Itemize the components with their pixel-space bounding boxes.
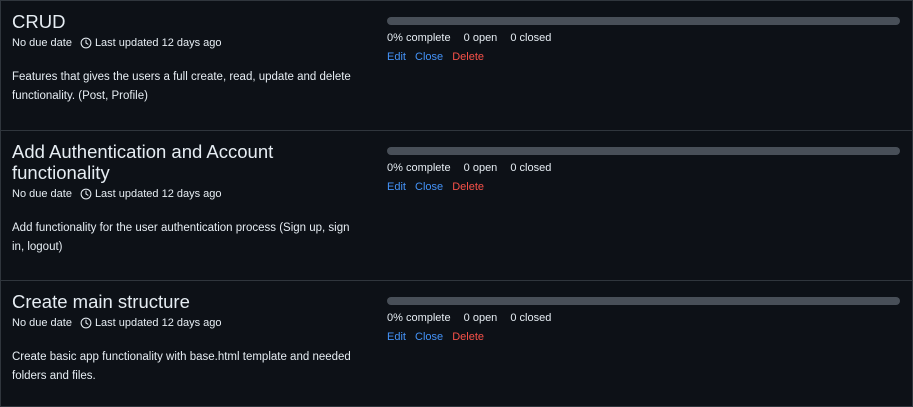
clock-icon [80, 317, 92, 329]
open-count: 0 open [463, 162, 498, 174]
due-date: No due date [12, 317, 72, 329]
milestone-actions: Edit Close Delete [387, 49, 900, 65]
milestone-list: CRUD No due date Last updated 12 days ag… [0, 0, 913, 407]
progress-bar [387, 147, 900, 155]
milestone-meta: No due date Last updated 12 days ago [12, 186, 362, 202]
last-updated: Last updated 12 days ago [94, 317, 222, 329]
milestone-item: Create main structure No due date Last u… [1, 281, 912, 406]
close-link[interactable]: Close [415, 181, 443, 193]
progress-bar [387, 17, 900, 25]
closed-count: 0 closed [510, 32, 552, 44]
milestone-actions: Edit Close Delete [387, 329, 900, 345]
percent-complete: 0% complete [387, 312, 451, 324]
due-date: No due date [12, 37, 72, 49]
milestone-meta: No due date Last updated 12 days ago [12, 35, 362, 51]
percent-complete: 0% complete [387, 162, 451, 174]
milestone-description: Add functionality for the user authentic… [12, 222, 350, 253]
close-link[interactable]: Close [415, 331, 443, 343]
milestone-progress: 0% complete 0 open 0 closed Edit Close D… [387, 147, 900, 195]
open-count: 0 open [463, 32, 498, 44]
edit-link[interactable]: Edit [387, 181, 406, 193]
milestone-item: CRUD No due date Last updated 12 days ag… [1, 1, 912, 131]
edit-link[interactable]: Edit [387, 51, 406, 63]
clock-icon [80, 37, 92, 49]
milestone-stats: 0% complete 0 open 0 closed [387, 30, 900, 46]
closed-count: 0 closed [510, 162, 552, 174]
milestone-info: Create main structure No due date Last u… [12, 291, 362, 386]
delete-link[interactable]: Delete [452, 181, 484, 193]
due-date: No due date [12, 188, 72, 200]
percent-complete: 0% complete [387, 32, 451, 44]
milestone-description: Create basic app functionality with base… [12, 351, 351, 382]
milestone-title[interactable]: CRUD [12, 11, 362, 32]
delete-link[interactable]: Delete [452, 331, 484, 343]
progress-bar [387, 297, 900, 305]
delete-link[interactable]: Delete [452, 51, 484, 63]
clock-icon [80, 188, 92, 200]
milestone-actions: Edit Close Delete [387, 179, 900, 195]
open-count: 0 open [463, 312, 498, 324]
milestone-meta: No due date Last updated 12 days ago [12, 315, 362, 331]
milestone-description: Features that gives the users a full cre… [12, 71, 351, 102]
milestone-progress: 0% complete 0 open 0 closed Edit Close D… [387, 17, 900, 65]
close-link[interactable]: Close [415, 51, 443, 63]
milestone-info: Add Authentication and Account functiona… [12, 141, 362, 257]
milestone-stats: 0% complete 0 open 0 closed [387, 310, 900, 326]
milestone-item: Add Authentication and Account functiona… [1, 131, 912, 281]
last-updated: Last updated 12 days ago [94, 188, 222, 200]
edit-link[interactable]: Edit [387, 331, 406, 343]
milestone-title[interactable]: Add Authentication and Account functiona… [12, 141, 362, 183]
last-updated: Last updated 12 days ago [94, 37, 222, 49]
closed-count: 0 closed [510, 312, 552, 324]
milestone-info: CRUD No due date Last updated 12 days ag… [12, 11, 362, 106]
milestone-title[interactable]: Create main structure [12, 291, 362, 312]
milestone-stats: 0% complete 0 open 0 closed [387, 160, 900, 176]
milestone-progress: 0% complete 0 open 0 closed Edit Close D… [387, 297, 900, 345]
